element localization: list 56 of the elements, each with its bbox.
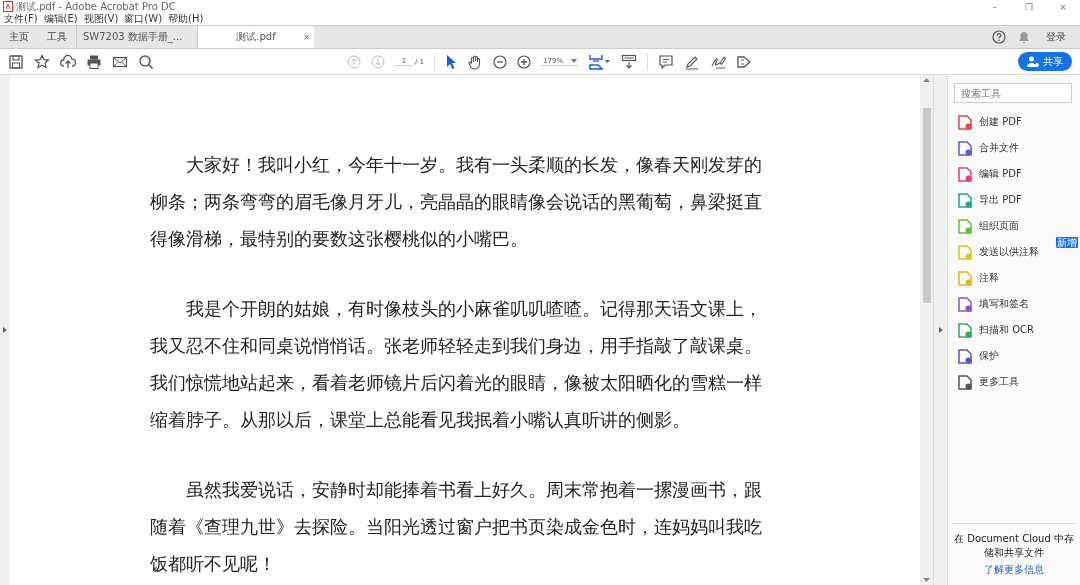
learn-more-link[interactable]: 了解更多信息 <box>984 563 1044 577</box>
document-tab[interactable]: 测试.pdf × <box>197 26 314 48</box>
menu-item[interactable]: 帮助(H) <box>168 12 204 26</box>
upload-cloud-icon[interactable] <box>60 53 76 70</box>
caret-icon <box>571 59 578 63</box>
scroll-down-icon[interactable] <box>923 578 931 582</box>
menu-item[interactable]: 文件(F) <box>4 12 38 26</box>
scrollbar[interactable] <box>920 75 934 585</box>
page-fit-icon[interactable] <box>589 53 612 70</box>
save-icon[interactable] <box>8 53 24 70</box>
scrollbar-thumb[interactable] <box>922 108 931 303</box>
tab-label: 测试.pdf <box>236 30 276 44</box>
pdf-file-icon <box>3 1 13 12</box>
paragraph: 虽然我爱说话，安静时却能捧着书看上好久。周末常抱着一摞漫画书，跟随着《查理九世》去探险。当阳光透过窗户把书页染成金色时，连妈妈叫我吃饭都听不见呢！ <box>150 478 763 576</box>
scroll-mode-icon[interactable] <box>621 53 638 70</box>
cloud-storage-text: 在 Document Cloud 中存储和共享文件 <box>953 532 1075 560</box>
help-icon[interactable] <box>992 30 1006 44</box>
paragraph: 我是个开朗的姑娘，有时像枝头的小麻雀叽叽喳喳。记得那天语文课上，我又忍不住和同桌说悄悄话。张老师轻轻走到我们身边，用手指敲了敲课桌。我们惊慌地站起来，看着老师镜片后闪着光的眼睛，像被太阳晒化的雪糕一样缩着脖子。从那以后，课堂上总能看见我抿着小嘴认真听讲的侧影。 <box>150 297 763 432</box>
tool-item[interactable]: 注释 <box>948 265 1080 291</box>
share-button[interactable]: 共享 <box>1018 52 1072 71</box>
maximize-button[interactable]: ❐ <box>1012 1 1046 12</box>
window-title: 测试.pdf - Adobe Acrobat Pro DC <box>16 0 176 13</box>
menu-item[interactable]: 视图(V) <box>83 12 119 26</box>
tool-item[interactable]: 发送以供注释 新增 <box>948 239 1080 265</box>
zoom-in-icon[interactable] <box>517 54 532 69</box>
star-icon[interactable] <box>34 53 50 70</box>
close-button[interactable]: × <box>1046 1 1080 12</box>
search-tools-field[interactable]: 搜索工具 <box>954 83 1072 103</box>
login-link[interactable]: 登录 <box>1042 26 1080 48</box>
new-badge: 新增 <box>1056 237 1078 248</box>
add-person-icon <box>1027 56 1039 67</box>
expand-panel-icon[interactable] <box>3 327 7 333</box>
menu-item[interactable]: 窗口(W) <box>124 12 163 26</box>
scroll-up-icon[interactable] <box>923 78 931 82</box>
tool-item[interactable]: 更多工具 <box>948 369 1080 395</box>
nav-tab[interactable]: 工具 <box>38 26 76 48</box>
search-icon[interactable] <box>138 53 154 70</box>
paragraph: 大家好！我叫小红，今年十一岁。我有一头柔顺的长发，像春天刚发芽的柳条；两条弯弯的眉毛像月牙儿，亮晶晶的眼睛像会说话的黑葡萄，鼻梁挺直得像滑梯，最特别的要数这张樱桃似的小嘴巴。 <box>150 153 763 251</box>
minimize-button[interactable]: – <box>978 1 1012 12</box>
nav-tab[interactable]: 主页 <box>0 26 38 48</box>
pointer-icon[interactable] <box>445 53 458 70</box>
tool-item[interactable]: 编辑 PDF <box>948 161 1080 187</box>
tool-item[interactable]: 导出 PDF <box>948 187 1080 213</box>
close-tab-button[interactable]: × <box>303 32 310 42</box>
tool-item[interactable]: 扫描和 OCR <box>948 317 1080 343</box>
tab-label: SW7203 数据手册_... <box>83 30 183 44</box>
print-icon[interactable] <box>86 53 102 70</box>
tag-icon[interactable] <box>736 53 753 70</box>
tool-item[interactable]: 创建 PDF <box>948 109 1080 135</box>
tool-item[interactable]: 保护 <box>948 343 1080 369</box>
tool-item[interactable]: 合并文件 <box>948 135 1080 161</box>
tool-item[interactable]: 填写和签名 <box>948 291 1080 317</box>
comment-icon[interactable] <box>658 53 675 70</box>
collapse-panel-icon[interactable] <box>938 327 943 333</box>
zoom-out-icon[interactable] <box>493 54 508 69</box>
menu-item[interactable]: 编辑(E) <box>43 12 78 26</box>
